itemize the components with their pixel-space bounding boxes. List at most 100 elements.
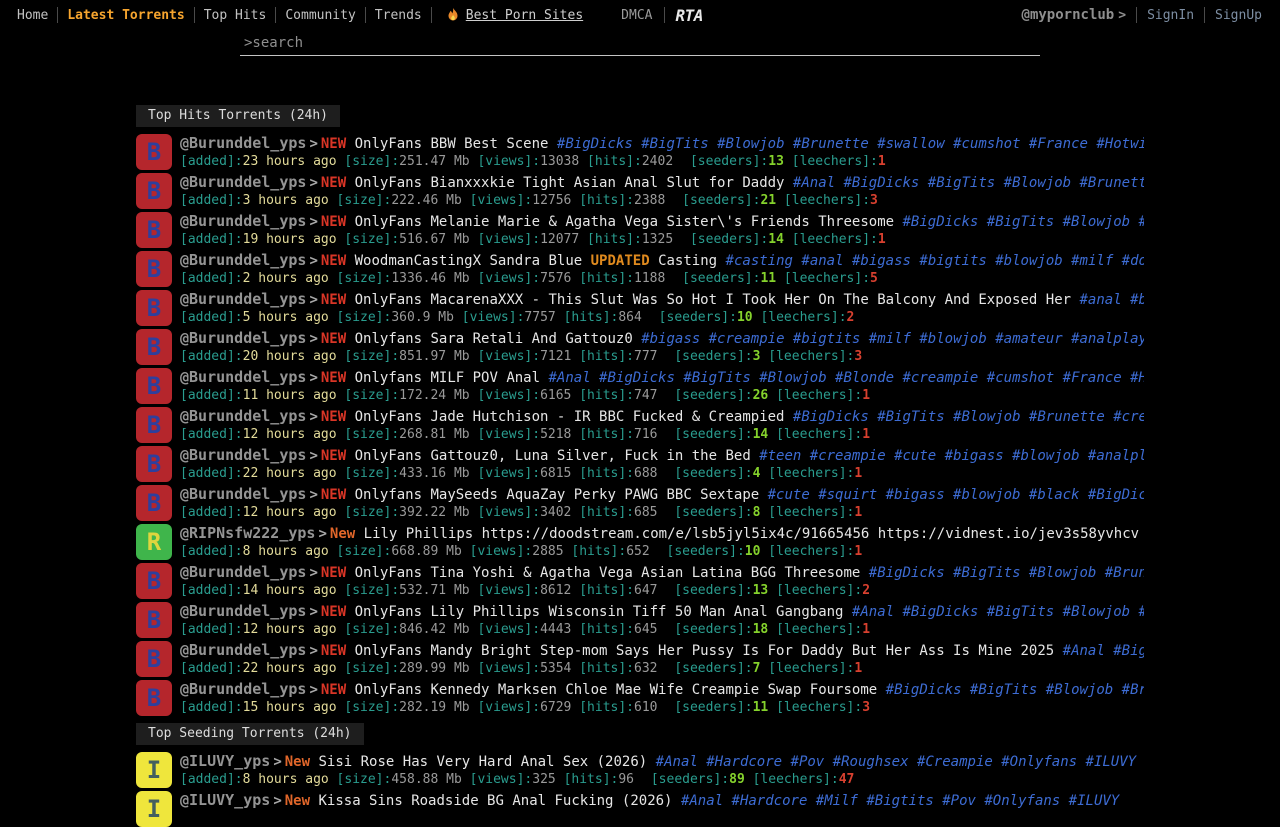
torrent-title-line[interactable]: @Burunddel_yps>NEW Onlyfans Sara Retali …: [180, 329, 1144, 348]
rta-logo[interactable]: RTA: [665, 6, 712, 25]
top-nav: HomeLatest TorrentsTop HitsCommunityTren…: [0, 0, 1280, 30]
arrow-separator-icon: >: [306, 175, 320, 191]
stat-hits-value: 716: [634, 427, 657, 442]
torrent-title-line[interactable]: @Burunddel_yps>NEW OnlyFans Lily Phillip…: [180, 602, 1144, 621]
stat-hits-label: [hits]:: [579, 661, 634, 676]
user-avatar[interactable]: B: [136, 446, 172, 482]
uploader-link[interactable]: @Burunddel_yps: [180, 173, 306, 191]
stat-views-value: 6815: [540, 466, 571, 481]
torrent-title-line[interactable]: @Burunddel_yps>NEW Onlyfans MaySeeds Aqu…: [180, 485, 1144, 504]
torrent-title-line[interactable]: @ILUVY_yps>New Sisi Rose Has Very Hard A…: [180, 752, 1144, 771]
user-avatar[interactable]: R: [136, 524, 172, 560]
torrent-title-line[interactable]: @Burunddel_yps>NEW OnlyFans Melanie Mari…: [180, 212, 1144, 231]
user-avatar[interactable]: B: [136, 563, 172, 599]
torrent-title-line[interactable]: @Burunddel_yps>NEW OnlyFans Gattouz0, Lu…: [180, 446, 1144, 465]
stat-size-value: 289.99 Mb: [399, 661, 469, 676]
arrow-separator-icon: >: [306, 565, 320, 581]
user-avatar[interactable]: B: [136, 485, 172, 521]
user-avatar[interactable]: B: [136, 212, 172, 248]
torrent-title: OnlyFans Kennedy Marksen Chloe Mae Wife …: [355, 682, 878, 698]
torrent-title-line[interactable]: @Burunddel_yps>NEW OnlyFans MacarenaXXX …: [180, 290, 1144, 309]
user-avatar[interactable]: B: [136, 329, 172, 365]
dmca-link[interactable]: DMCA: [609, 8, 664, 23]
uploader-link[interactable]: @Burunddel_yps: [180, 407, 306, 425]
nav-item-community[interactable]: Community: [276, 8, 364, 23]
stat-seeders-value: 14: [768, 232, 784, 247]
uploader-link[interactable]: @RIPNsfw222_yps: [180, 524, 315, 542]
stat-views-value: 4443: [540, 622, 571, 637]
uploader-link[interactable]: @Burunddel_yps: [180, 329, 306, 347]
torrent-title-line[interactable]: @Burunddel_yps>NEW WoodmanCastingX Sandr…: [180, 251, 1144, 270]
stat-seeders-value: 4: [753, 466, 761, 481]
signin-button[interactable]: SignIn: [1137, 8, 1204, 23]
torrent-title-line[interactable]: @Burunddel_yps>NEW OnlyFans Jade Hutchis…: [180, 407, 1144, 426]
nav-item-trends[interactable]: Trends: [366, 8, 431, 23]
torrent-list: Top Hits Torrents (24h)B@Burunddel_yps>N…: [136, 104, 1144, 827]
uploader-link[interactable]: @Burunddel_yps: [180, 446, 306, 464]
stat-seeders-label: [seeders]:: [651, 772, 729, 787]
uploader-link[interactable]: @Burunddel_yps: [180, 680, 306, 698]
user-avatar[interactable]: I: [136, 791, 172, 827]
tag-list: #Anal #BigDicks #BigTits #Blowjob #Brune…: [852, 604, 1144, 620]
torrent-title-line[interactable]: @Burunddel_yps>NEW Onlyfans MILF POV Ana…: [180, 368, 1144, 387]
user-avatar[interactable]: B: [136, 641, 172, 677]
user-avatar[interactable]: B: [136, 290, 172, 326]
uploader-link[interactable]: @Burunddel_yps: [180, 602, 306, 620]
search-input[interactable]: [240, 32, 1040, 56]
torrent-title-line[interactable]: @Burunddel_yps>NEW OnlyFans Tina Yoshi &…: [180, 563, 1144, 582]
stat-hits-label: [hits]:: [579, 193, 634, 208]
nav-item-latest-torrents[interactable]: Latest Torrents: [58, 8, 193, 23]
user-avatar[interactable]: B: [136, 680, 172, 716]
user-avatar[interactable]: B: [136, 368, 172, 404]
stat-views-label: [views]:: [470, 772, 533, 787]
uploader-link[interactable]: @Burunddel_yps: [180, 251, 306, 269]
stat-hits-value: 610: [634, 700, 657, 715]
uploader-link[interactable]: @Burunddel_yps: [180, 563, 306, 581]
stat-views-value: 5218: [540, 427, 571, 442]
torrent-title-line[interactable]: @Burunddel_yps>NEW OnlyFans Mandy Bright…: [180, 641, 1144, 660]
torrent-title-line[interactable]: @ILUVY_yps>New Kissa Sins Roadside BG An…: [180, 791, 1144, 810]
tag-list: #Anal #Hardcore #Milf #Bigtits #Pov #Onl…: [681, 793, 1119, 809]
user-avatar[interactable]: B: [136, 602, 172, 638]
uploader-link[interactable]: @Burunddel_yps: [180, 134, 306, 152]
torrent-title: Onlyfans MaySeeds AquaZay Perky PAWG BBC…: [355, 487, 760, 503]
arrow-separator-icon: >: [306, 448, 320, 464]
brand-link[interactable]: @mypornclub: [1022, 7, 1119, 23]
arrow-separator-icon: >: [306, 409, 320, 425]
uploader-link[interactable]: @Burunddel_yps: [180, 641, 306, 659]
stat-size-label: [size]:: [344, 154, 399, 169]
user-avatar[interactable]: B: [136, 134, 172, 170]
torrent-title: OnlyFans Jade Hutchison - IR BBC Fucked …: [355, 409, 785, 425]
promo-link-best-porn-sites[interactable]: Best Porn Sites: [446, 8, 583, 23]
nav-item-home[interactable]: Home: [8, 8, 57, 23]
uploader-link[interactable]: @Burunddel_yps: [180, 368, 306, 386]
torrent-title-line[interactable]: @Burunddel_yps>NEW OnlyFans Bianxxxkie T…: [180, 173, 1144, 192]
tag-list: #casting #anal #bigass #bigtits #blowjob…: [726, 253, 1144, 269]
nav-item-top-hits[interactable]: Top Hits: [195, 8, 276, 23]
torrent-title-line[interactable]: @RIPNsfw222_yps>New Lily Phillips https:…: [180, 524, 1144, 543]
stat-hits-value: 747: [634, 388, 657, 403]
torrent-row: I @ILUVY_yps>New Sisi Rose Has Very Hard …: [136, 752, 1144, 788]
user-avatar[interactable]: B: [136, 407, 172, 443]
uploader-link[interactable]: @ILUVY_yps: [180, 752, 270, 770]
torrent-row: B @Burunddel_yps>NEW OnlyFans Bianxxxkie …: [136, 173, 1144, 209]
user-avatar[interactable]: B: [136, 251, 172, 287]
signup-button[interactable]: SignUp: [1205, 8, 1272, 23]
uploader-link[interactable]: @Burunddel_yps: [180, 485, 306, 503]
uploader-link[interactable]: @ILUVY_yps: [180, 791, 270, 809]
stat-seeders-label: [seeders]:: [682, 271, 760, 286]
stat-added-label: [added]:: [180, 772, 243, 787]
uploader-link[interactable]: @Burunddel_yps: [180, 212, 306, 230]
torrent-stats: [added]:8 hours ago [size]:668.89 Mb [vi…: [180, 543, 1144, 560]
torrent-title-line[interactable]: @Burunddel_yps>NEW OnlyFans BBW Best Sce…: [180, 134, 1144, 153]
torrent-title-line[interactable]: @Burunddel_yps>NEW OnlyFans Kennedy Mark…: [180, 680, 1144, 699]
new-badge: NEW: [321, 604, 346, 620]
stat-hits-value: 1188: [634, 271, 665, 286]
user-avatar[interactable]: I: [136, 752, 172, 788]
tag-list: #BigDicks #BigTits #Blowjob #Brunette #s…: [557, 136, 1144, 152]
uploader-link[interactable]: @Burunddel_yps: [180, 290, 306, 308]
user-avatar[interactable]: B: [136, 173, 172, 209]
search-bar: [0, 32, 1280, 56]
stat-hits-value: 647: [634, 583, 657, 598]
stat-added-value: 14 hours ago: [243, 583, 337, 598]
